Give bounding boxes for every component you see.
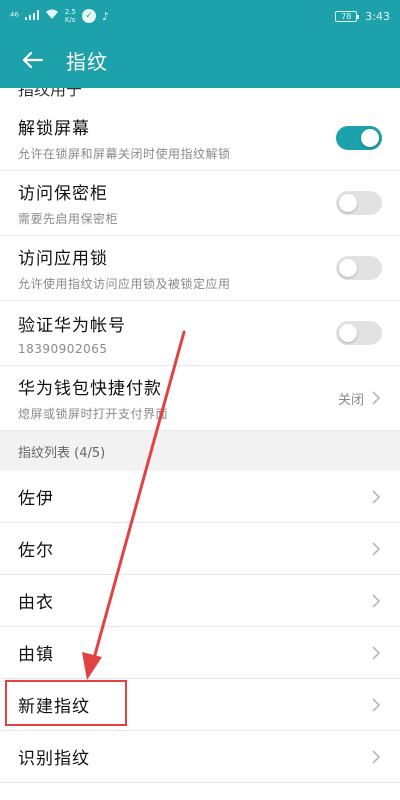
setting-title: 解锁屏幕 [18,119,90,139]
fingerprint-list-header: 指纹列表 (4/5) [0,431,400,471]
huawei-account-toggle[interactable] [336,321,382,345]
annotation-highlight-box [5,680,127,726]
fingerprint-label: 佐尔 [18,541,54,561]
chevron-right-icon [372,541,381,556]
tiktok-icon: ♪ [101,9,109,23]
chevron-right-icon [372,489,381,504]
setting-title: 华为钱包快捷付款 [18,379,162,399]
app-bar: 指纹 [0,32,400,88]
fingerprint-item[interactable]: 佐尔 [0,523,400,575]
setting-text: 访问保密柜 需要先启用保密柜 [18,179,336,227]
wifi-icon [45,9,59,23]
partial-section-label: 指纹用于 [0,88,400,106]
setting-wallet-quick-pay[interactable]: 华为钱包快捷付款 熄屏或锁屏时打开支付界面 关闭 [0,366,400,431]
setting-subtitle: 熄屏或锁屏时打开支付界面 [18,407,169,421]
setting-huawei-account[interactable]: 验证华为帐号 18390902065 [0,301,400,366]
setting-text: 解锁屏幕 允许在锁屏和屏幕关闭时使用指纹解锁 [18,114,336,162]
status-left: ⁴⁶ 2.5 K/s ✓ ♪ [10,8,109,24]
chevron-right-icon [372,391,381,405]
setting-subtitle: 允许在锁屏和屏幕关闭时使用指纹解锁 [18,147,231,161]
setting-title: 访问保密柜 [18,184,108,204]
net-speed: 2.5 K/s [65,8,76,24]
fingerprint-label: 由衣 [18,593,54,613]
fingerprint-item[interactable]: 由镇 [0,627,400,679]
battery-level: 78 [341,11,352,21]
setting-title: 访问应用锁 [18,249,108,269]
setting-subtitle: 允许使用指纹访问应用锁及被锁定应用 [18,277,231,291]
fingerprint-item[interactable]: 由衣 [0,575,400,627]
new-fingerprint-button[interactable]: 新建指纹 [0,679,400,731]
net-speed-value: 2.5 [64,8,76,16]
signal-icon [24,9,39,23]
setting-safe-access[interactable]: 访问保密柜 需要先启用保密柜 [0,171,400,236]
setting-text: 华为钱包快捷付款 熄屏或锁屏时打开支付界面 [18,374,338,422]
setting-text: 验证华为帐号 18390902065 [18,311,336,356]
wallet-quick-pay-value: 关闭 [337,392,364,408]
setting-unlock-screen[interactable]: 解锁屏幕 允许在锁屏和屏幕关闭时使用指纹解锁 [0,106,400,171]
chevron-right-icon [372,645,381,660]
setting-title: 验证华为帐号 [18,315,126,336]
back-arrow-icon [22,51,43,69]
clock: 3:43 [365,9,390,23]
app-lock-toggle[interactable] [336,256,382,280]
setting-subtitle: 需要先启用保密柜 [18,212,119,226]
fingerprint-item[interactable]: 佐伊 [0,471,400,523]
network-indicator: ⁴⁶ [10,9,19,23]
identify-fingerprint-label: 识别指纹 [18,749,90,769]
setting-app-lock[interactable]: 访问应用锁 允许使用指纹访问应用锁及被锁定应用 [0,236,400,301]
back-button[interactable] [14,42,50,78]
partial-section-text: 指纹用于 [18,88,83,99]
fingerprint-label: 佐伊 [18,489,54,509]
chevron-right-icon [372,749,381,764]
page-title: 指纹 [66,49,108,74]
settings-list: 指纹用于 解锁屏幕 允许在锁屏和屏幕关闭时使用指纹解锁 访问保密柜 需要先启用保… [0,88,400,800]
status-bar: ⁴⁶ 2.5 K/s ✓ ♪ 78 3:43 [0,0,400,32]
chevron-right-icon [372,697,381,712]
identify-fingerprint-button[interactable]: 识别指纹 [0,731,400,783]
unlock-screen-toggle[interactable] [336,126,382,150]
setting-text: 访问应用锁 允许使用指纹访问应用锁及被锁定应用 [18,244,336,292]
status-right: 78 3:43 [335,10,390,23]
battery-icon: 78 [335,10,360,22]
setting-subtitle: 18390902065 [18,341,108,356]
app-notification-icon: ✓ [81,9,96,23]
safe-access-toggle[interactable] [336,191,382,215]
net-speed-unit: K/s [64,16,76,24]
chevron-right-icon [372,593,381,608]
fingerprint-label: 由镇 [18,645,54,665]
